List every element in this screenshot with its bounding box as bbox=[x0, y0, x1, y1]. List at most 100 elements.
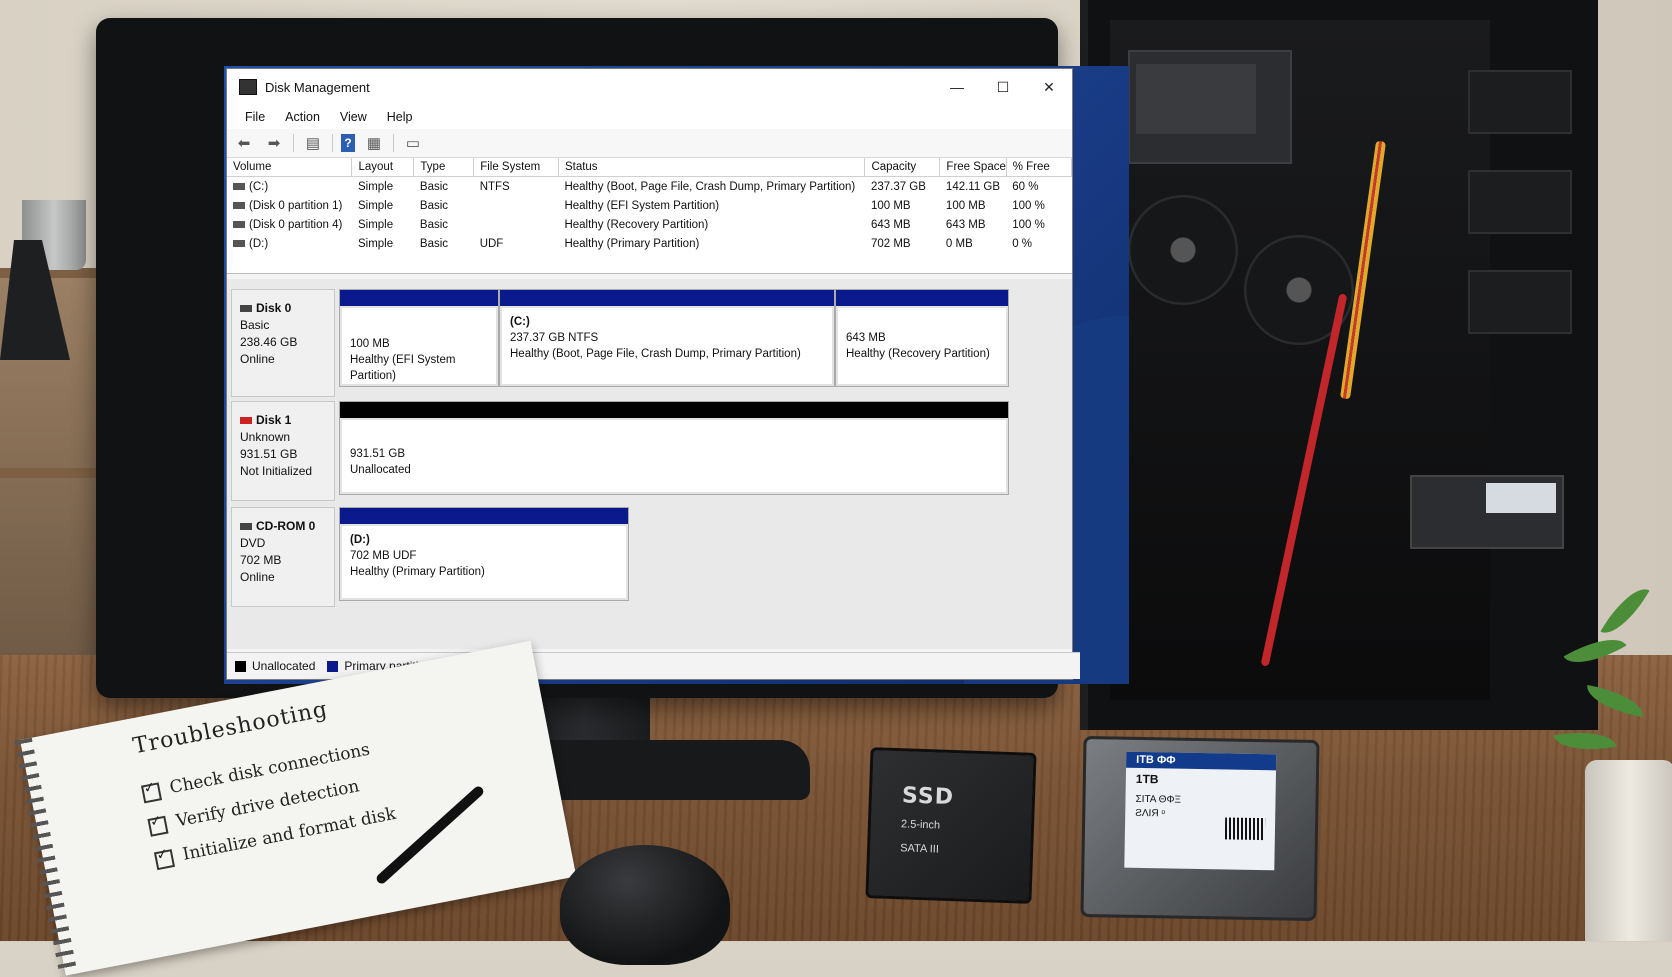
hdd-label-capacity: 1TB bbox=[1135, 771, 1159, 787]
partition-c[interactable]: (C:) 237.37 GB NTFS Healthy (Boot, Page … bbox=[499, 289, 835, 387]
disk-type: DVD bbox=[240, 536, 266, 550]
table-row[interactable]: (C:) Simple Basic NTFS Healthy (Boot, Pa… bbox=[227, 177, 1072, 197]
volume-capacity: 643 MB bbox=[870, 218, 911, 231]
hdd-label: ƖTB ФФ 1TB ΣITA ΘΦΞ ƧΛIЯ ᵒ bbox=[1124, 751, 1277, 871]
ssd-drive: SSD 2.5-inch SATA III bbox=[865, 747, 1037, 904]
properties-icon[interactable]: ▤ bbox=[302, 133, 324, 153]
back-arrow-icon[interactable]: ⬅ bbox=[233, 133, 255, 153]
partition-letter: (D:) bbox=[350, 534, 370, 546]
volume-free-space: 0 MB bbox=[945, 237, 973, 250]
disk-state: Not Initialized bbox=[240, 464, 313, 478]
disk-label-disk-0[interactable]: Disk 0 Basic 238.46 GB Online bbox=[231, 289, 335, 397]
column-header-layout[interactable]: Layout bbox=[351, 158, 415, 177]
partition-status: Unallocated bbox=[350, 464, 411, 476]
volume-capacity: 702 MB bbox=[870, 237, 911, 250]
volume-percent-free: 100 % bbox=[1012, 199, 1045, 212]
disk-size: 702 MB bbox=[240, 553, 282, 567]
volume-layout: Simple bbox=[357, 180, 394, 193]
title-bar[interactable]: Disk Management — ☐ ✕ bbox=[227, 69, 1072, 105]
partition-d[interactable]: (D:) 702 MB UDF Healthy (Primary Partiti… bbox=[339, 507, 629, 601]
primary-swatch bbox=[327, 660, 339, 672]
maximize-button[interactable]: ☐ bbox=[980, 69, 1026, 105]
disk-state: Online bbox=[240, 570, 275, 584]
column-header-percent-free[interactable]: % Free bbox=[1006, 158, 1073, 177]
hdd-label-model: ΣITA ΘΦΞ bbox=[1135, 793, 1182, 806]
disk-management-app-icon bbox=[239, 79, 257, 95]
partition-unallocated[interactable]: 931.51 GB Unallocated bbox=[339, 401, 1009, 495]
installed-hard-drive bbox=[1410, 475, 1564, 549]
disk-label-cd-rom-0[interactable]: CD-ROM 0 DVD 702 MB Online bbox=[231, 507, 335, 607]
hdd-label-line: ƧΛIЯ ᵒ bbox=[1135, 807, 1166, 820]
disk-graphical-view: Disk 0 Basic 238.46 GB Online 100 MB Hea… bbox=[227, 279, 1072, 649]
table-row[interactable]: (Disk 0 partition 4) Simple Basic Health… bbox=[227, 215, 1072, 234]
column-header-file-system[interactable]: File System bbox=[473, 158, 559, 177]
disk-name: CD-ROM 0 bbox=[256, 519, 316, 533]
volume-type: Basic bbox=[419, 199, 449, 212]
volume-layout: Simple bbox=[357, 199, 394, 212]
settings-view-icon[interactable]: ▭ bbox=[402, 133, 424, 153]
computer-mouse bbox=[560, 845, 730, 965]
menu-help[interactable]: Help bbox=[377, 110, 423, 124]
volume-icon bbox=[233, 182, 245, 190]
disk-state: Online bbox=[240, 352, 275, 366]
menu-action[interactable]: Action bbox=[275, 110, 330, 124]
table-row[interactable]: (Disk 0 partition 1) Simple Basic Health… bbox=[227, 196, 1072, 215]
forward-arrow-icon[interactable]: ➡ bbox=[263, 133, 285, 153]
column-header-volume[interactable]: Volume bbox=[227, 158, 353, 177]
disk-size: 931.51 GB bbox=[240, 447, 298, 461]
column-header-type[interactable]: Type bbox=[413, 158, 475, 177]
menu-file[interactable]: File bbox=[235, 110, 275, 124]
column-header-capacity[interactable]: Capacity bbox=[864, 158, 941, 177]
menu-view[interactable]: View bbox=[330, 110, 377, 124]
disk-type: Unknown bbox=[240, 430, 291, 444]
partition-size: 702 MB UDF bbox=[350, 550, 417, 562]
volume-free-space: 100 MB bbox=[945, 199, 986, 212]
menu-bar: File Action View Help bbox=[227, 105, 1072, 129]
partition-size: 931.51 GB bbox=[350, 448, 405, 460]
column-header-status[interactable]: Status bbox=[558, 158, 866, 177]
hard-disk-drive: ƖTB ФФ 1TB ΣITA ΘΦΞ ƧΛIЯ ᵒ bbox=[1080, 735, 1320, 922]
volume-percent-free: 0 % bbox=[1012, 237, 1033, 250]
volume-name: (D:) bbox=[249, 237, 269, 250]
column-header-free-space[interactable]: Free Space bbox=[939, 158, 1007, 177]
disk-label-disk-1[interactable]: Disk 1 Unknown 931.51 GB Not Initialized bbox=[231, 401, 335, 501]
volume-percent-free: 60 % bbox=[1012, 180, 1039, 193]
disk-type: Basic bbox=[240, 318, 270, 332]
disk-name: Disk 1 bbox=[256, 413, 292, 427]
psu-label bbox=[1136, 64, 1256, 134]
volume-type: Basic bbox=[419, 237, 449, 250]
partition-status: Healthy (Recovery Partition) bbox=[846, 348, 990, 360]
disk-name: Disk 0 bbox=[256, 301, 292, 315]
volume-capacity: 237.37 GB bbox=[870, 180, 926, 193]
checkbox-icon bbox=[140, 781, 162, 803]
cd-rom-icon bbox=[240, 523, 252, 531]
disk-row-disk-0: Disk 0 Basic 238.46 GB Online 100 MB Hea… bbox=[227, 289, 1072, 397]
close-button[interactable]: ✕ bbox=[1026, 69, 1072, 105]
table-row[interactable]: (D:) Simple Basic UDF Healthy (Primary P… bbox=[227, 234, 1072, 253]
disk-management-window: Disk Management — ☐ ✕ File Action View H… bbox=[226, 68, 1080, 680]
barcode bbox=[1224, 817, 1266, 841]
partition-size: 100 MB bbox=[350, 338, 390, 350]
monitor: Disk Management — ☐ ✕ File Action View H… bbox=[96, 18, 1129, 698]
checkbox-icon bbox=[153, 848, 175, 870]
legend-unallocated: Unallocated bbox=[252, 659, 316, 673]
volume-free-space: 643 MB bbox=[945, 218, 986, 231]
window-title: Disk Management bbox=[265, 79, 370, 95]
drive-bay-3 bbox=[1468, 270, 1572, 334]
volume-type: Basic bbox=[419, 180, 449, 193]
ssd-label-title: SSD bbox=[901, 783, 955, 811]
help-icon[interactable]: ? bbox=[341, 134, 355, 152]
volume-status: Healthy (EFI System Partition) bbox=[564, 199, 720, 212]
volume-status: Healthy (Boot, Page File, Crash Dump, Pr… bbox=[564, 180, 856, 193]
partition-recovery[interactable]: 643 MB Healthy (Recovery Partition) bbox=[835, 289, 1009, 387]
cd-drive-icon bbox=[233, 239, 245, 247]
partition-efi[interactable]: 100 MB Healthy (EFI System Partition) bbox=[339, 289, 499, 387]
window-controls: — ☐ ✕ bbox=[934, 69, 1072, 105]
volume-icon bbox=[233, 220, 245, 228]
partition-status: Healthy (EFI System Partition) bbox=[350, 354, 456, 382]
console-tree-icon[interactable]: ▦ bbox=[363, 133, 385, 153]
volume-layout: Simple bbox=[357, 237, 394, 250]
volume-file-system: UDF bbox=[479, 237, 504, 250]
minimize-button[interactable]: — bbox=[934, 69, 980, 105]
volume-name: (Disk 0 partition 4) bbox=[249, 218, 343, 231]
